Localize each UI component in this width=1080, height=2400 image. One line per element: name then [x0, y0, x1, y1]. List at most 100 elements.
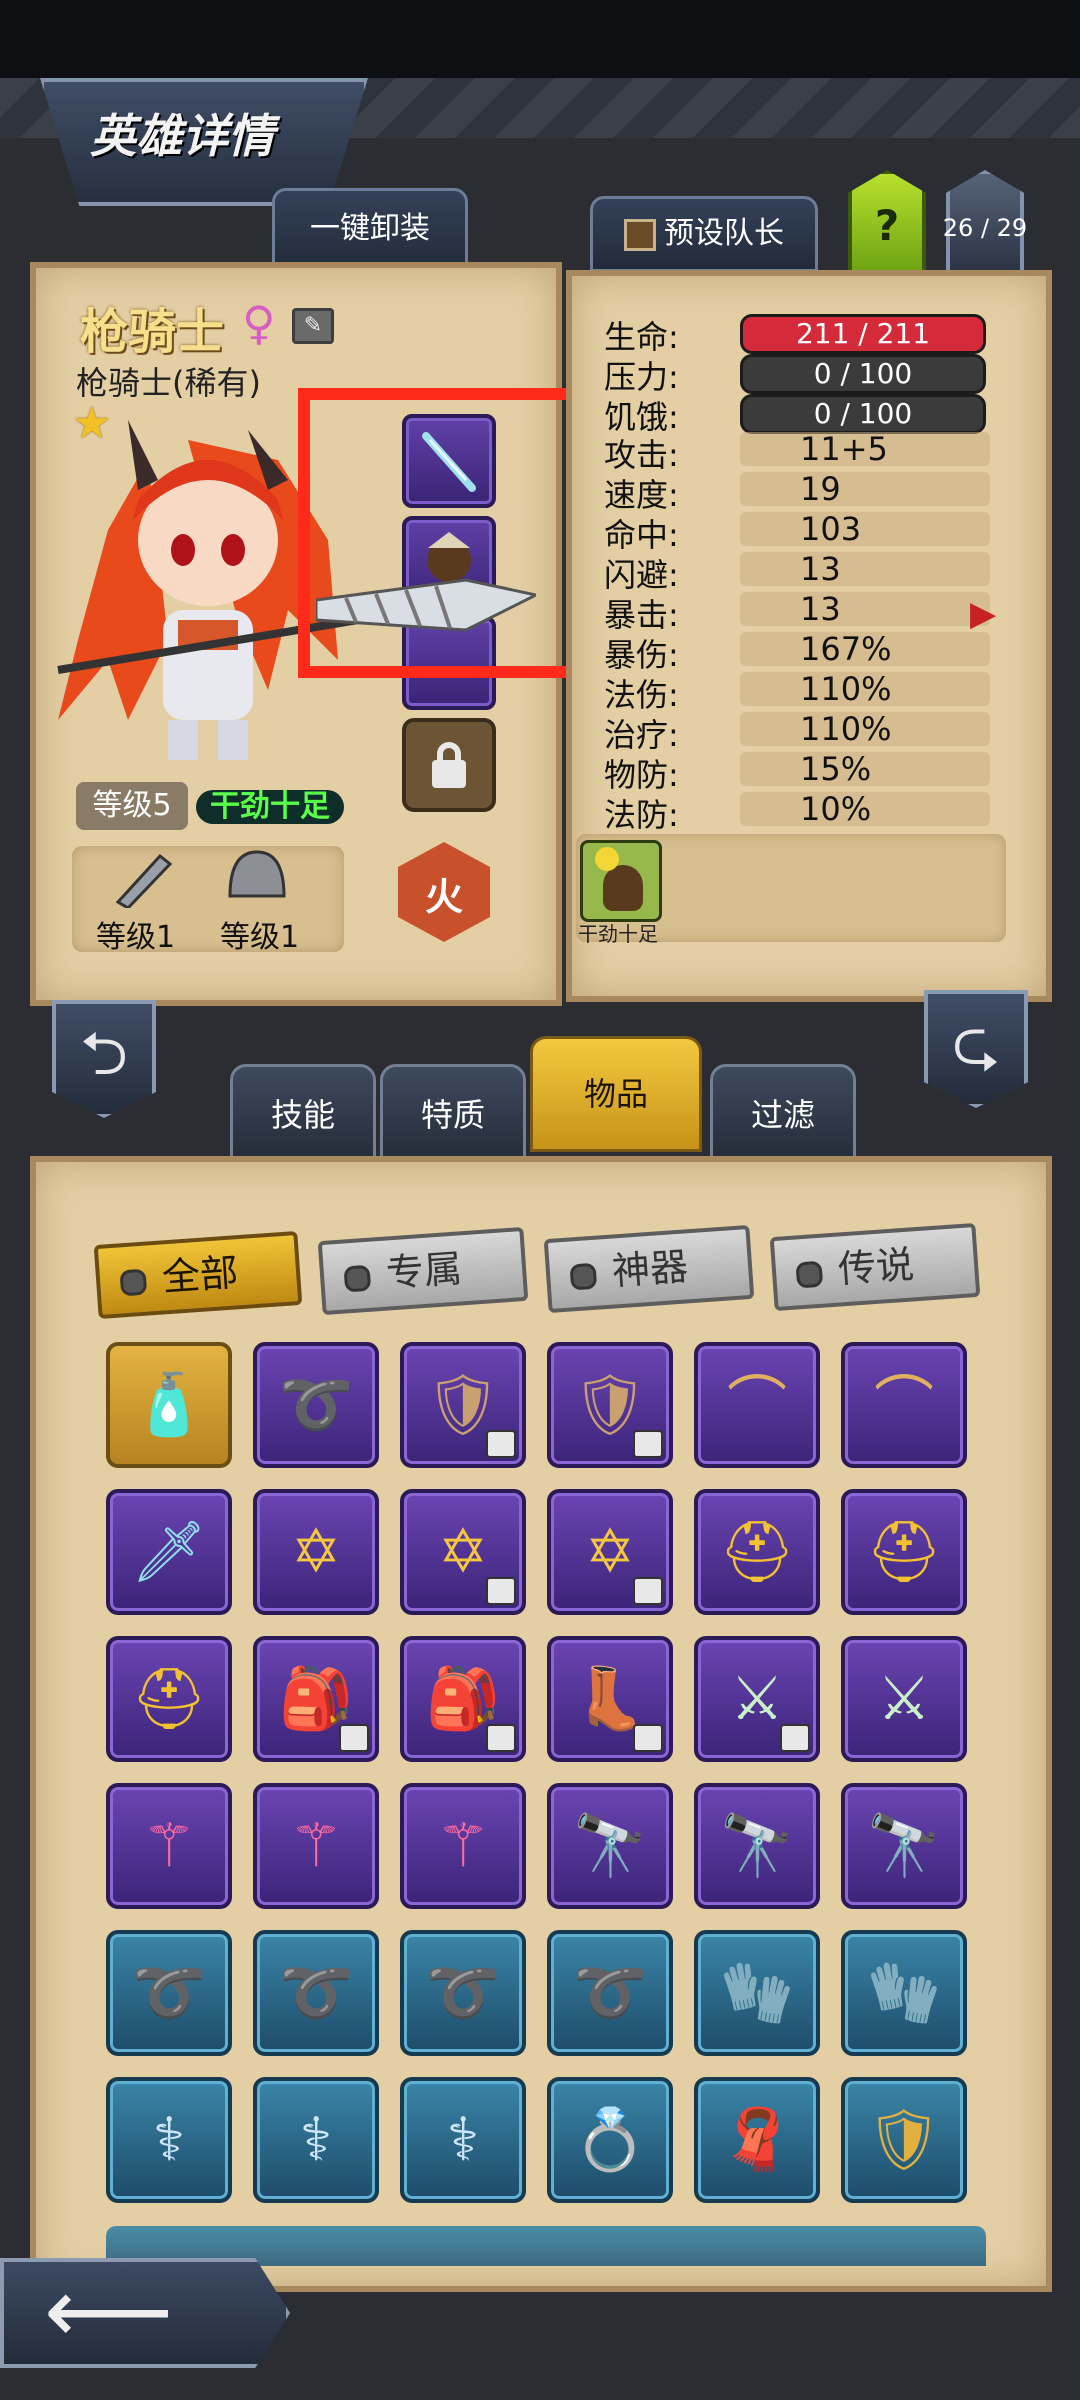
- stat-row-background: [740, 512, 990, 546]
- armor-level: 等级1: [220, 920, 300, 955]
- inventory-item[interactable]: ✡: [400, 1489, 526, 1615]
- trait-motivated-icon[interactable]: [580, 840, 662, 922]
- filter-exclusive-label: 专属: [384, 1246, 464, 1296]
- hero-level: 等级5: [76, 782, 188, 830]
- status-bar: [0, 0, 1080, 78]
- tab-items[interactable]: 物品: [530, 1036, 702, 1152]
- scarf-icon: 🧣: [719, 2105, 795, 2175]
- inventory-item[interactable]: ⚚: [253, 1783, 379, 1909]
- inventory-item[interactable]: ⚕: [400, 2077, 526, 2203]
- inventory-item[interactable]: 🗡: [106, 1489, 232, 1615]
- trait-label: 干劲十足: [578, 922, 658, 946]
- unequip-all-button[interactable]: 一键卸装: [272, 188, 468, 270]
- equipment-slot-locked: [402, 718, 496, 812]
- help-icon: ?: [874, 201, 900, 250]
- sword-icon: ⚔: [877, 1664, 931, 1734]
- inventory-item[interactable]: ⚕: [253, 2077, 379, 2203]
- inventory-item[interactable]: 🧤: [841, 1930, 967, 2056]
- inventory-item[interactable]: 👢: [547, 1636, 673, 1762]
- hunger-bar: 0 / 100: [740, 394, 986, 434]
- lock-icon: [633, 1724, 663, 1752]
- inventory-item[interactable]: 🔭: [841, 1783, 967, 1909]
- edit-name-icon[interactable]: ✎: [292, 308, 334, 344]
- filter-all[interactable]: 全部: [93, 1230, 303, 1320]
- preset-captain-checkbox[interactable]: [624, 218, 656, 251]
- tab-traits[interactable]: 特质: [380, 1064, 526, 1160]
- inventory-item[interactable]: 🔭: [547, 1783, 673, 1909]
- helmet-icon: ⛑: [130, 1664, 208, 1734]
- wand-icon: ⚕: [299, 2105, 333, 2175]
- inventory-item[interactable]: 🎒: [253, 1636, 379, 1762]
- stat-value: 13: [800, 590, 841, 628]
- filter-exclusive[interactable]: 专属: [317, 1226, 529, 1316]
- lock-icon: [633, 1430, 663, 1458]
- stat-label: 法防:: [604, 796, 679, 834]
- inventory-item[interactable]: 🔭: [694, 1783, 820, 1909]
- stat-value: 11+5: [800, 430, 888, 468]
- inventory-item[interactable]: 🧴: [106, 1342, 232, 1468]
- inventory-item[interactable]: 🧣: [694, 2077, 820, 2203]
- telescope-icon: 🔭: [719, 1811, 795, 1881]
- stat-value: 13: [800, 550, 841, 588]
- bottle-icon: 🧴: [131, 1370, 207, 1440]
- inventory-item[interactable]: ⚕: [106, 2077, 232, 2203]
- inventory-item[interactable]: ⛑: [106, 1636, 232, 1762]
- inventory-item[interactable]: 🛡: [841, 2077, 967, 2203]
- lock-icon: [486, 1577, 516, 1605]
- hero-name: 枪骑士: [80, 304, 225, 360]
- tab-filter[interactable]: 过滤: [710, 1064, 856, 1160]
- helmet-upgrade-icon[interactable]: [222, 846, 292, 908]
- inventory-item[interactable]: ➰: [547, 1930, 673, 2056]
- filter-legendary-label: 传说: [836, 1242, 916, 1292]
- stress-bar: 0 / 100: [740, 354, 986, 394]
- inventory-item[interactable]: ✡: [547, 1489, 673, 1615]
- crystal-staff-icon: ⚚: [289, 1811, 343, 1881]
- inventory-item[interactable]: ➰: [106, 1930, 232, 2056]
- whip-icon: ➰: [278, 1370, 354, 1440]
- filter-legendary[interactable]: 传说: [769, 1222, 981, 1312]
- expand-stats-arrow-icon[interactable]: ▶: [970, 594, 996, 634]
- inventory-item[interactable]: ⚔: [694, 1636, 820, 1762]
- inventory-item[interactable]: ➰: [253, 1342, 379, 1468]
- inventory-item[interactable]: ⚚: [400, 1783, 526, 1909]
- inventory-item[interactable]: 🎒: [400, 1636, 526, 1762]
- inventory-item[interactable]: ⛑: [694, 1489, 820, 1615]
- filter-artifact[interactable]: 神器: [543, 1224, 755, 1314]
- stat-row-background: [740, 552, 990, 586]
- inventory-item[interactable]: ✡: [253, 1489, 379, 1615]
- preset-captain-label: 预设队长: [664, 216, 784, 251]
- whip-icon: ➰: [278, 1958, 354, 2028]
- element-label: 火: [424, 875, 463, 919]
- inventory-item[interactable]: ➰: [400, 1930, 526, 2056]
- inventory-item[interactable]: ➰: [253, 1930, 379, 2056]
- stat-value: 110%: [800, 710, 892, 748]
- inventory-item[interactable]: ⚔: [841, 1636, 967, 1762]
- tab-skills[interactable]: 技能: [230, 1064, 376, 1160]
- preset-captain-button[interactable]: 预设队长: [590, 196, 818, 272]
- inventory-item[interactable]: 🛡: [400, 1342, 526, 1468]
- hero-status: 干劲十足: [196, 790, 344, 824]
- stat-value: 110%: [800, 670, 892, 708]
- inventory-item[interactable]: 💍: [547, 2077, 673, 2203]
- prev-hero-button[interactable]: ⮌: [52, 1000, 156, 1118]
- inventory-item[interactable]: ⛑: [841, 1489, 967, 1615]
- stat-value: 15%: [800, 750, 872, 788]
- claw-glove-icon: 🧤: [719, 1958, 795, 2028]
- whip-icon: ➰: [425, 1958, 501, 2028]
- inventory-item[interactable]: 🧤: [694, 1930, 820, 2056]
- sword-upgrade-icon[interactable]: [108, 846, 178, 908]
- stat-value: 103: [800, 510, 862, 548]
- whip-icon: ➰: [572, 1958, 648, 2028]
- inventory-item[interactable]: ⌒: [841, 1342, 967, 1468]
- next-hero-button[interactable]: ⮎: [924, 990, 1028, 1108]
- fang-necklace-icon: ⌒: [727, 1370, 787, 1440]
- help-button[interactable]: ?: [848, 170, 926, 274]
- inventory-item[interactable]: ⚚: [106, 1783, 232, 1909]
- telescope-icon: 🔭: [866, 1811, 942, 1881]
- inventory-item[interactable]: ⌒: [694, 1342, 820, 1468]
- inventory-item[interactable]: 🛡: [547, 1342, 673, 1468]
- lock-icon: [339, 1724, 369, 1752]
- spear-icon: 🗡: [130, 1517, 208, 1587]
- back-button[interactable]: ⟵: [0, 2258, 290, 2368]
- lock-icon: [780, 1724, 810, 1752]
